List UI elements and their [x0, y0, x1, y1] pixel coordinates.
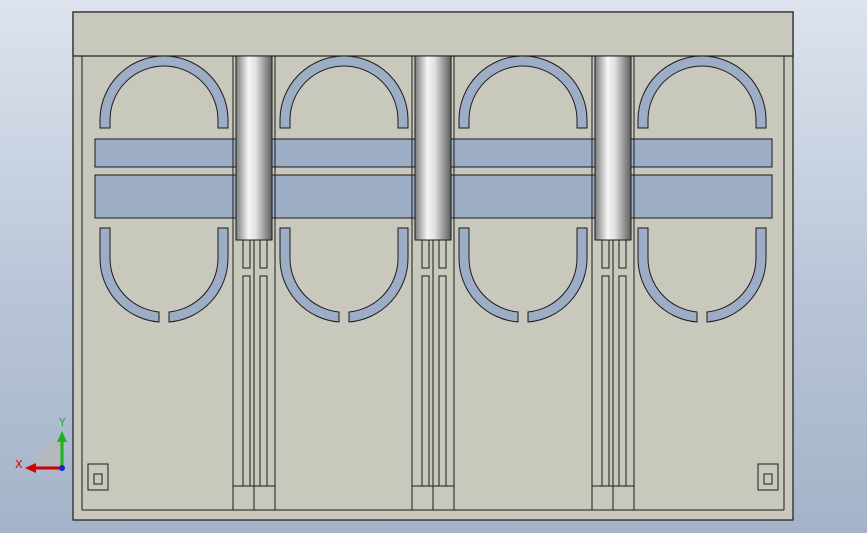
cylinder-rod [235, 55, 273, 241]
coordinate-triad: Y X [15, 416, 67, 473]
corner-tab-right [757, 463, 779, 491]
graphics-viewport[interactable]: Y X [0, 0, 867, 533]
x-axis-head [25, 463, 36, 473]
cylinder-rod [594, 55, 632, 241]
y-axis-head [57, 431, 67, 442]
cylinder-rod [414, 55, 452, 241]
y-axis-label: Y [58, 416, 66, 429]
triad-plane-shading [34, 439, 62, 466]
top-cap [72, 11, 794, 57]
z-axis-dot [59, 465, 65, 471]
corner-tab-left [87, 463, 109, 491]
x-axis-label: X [15, 458, 23, 471]
part-model[interactable]: Y X [0, 0, 867, 533]
